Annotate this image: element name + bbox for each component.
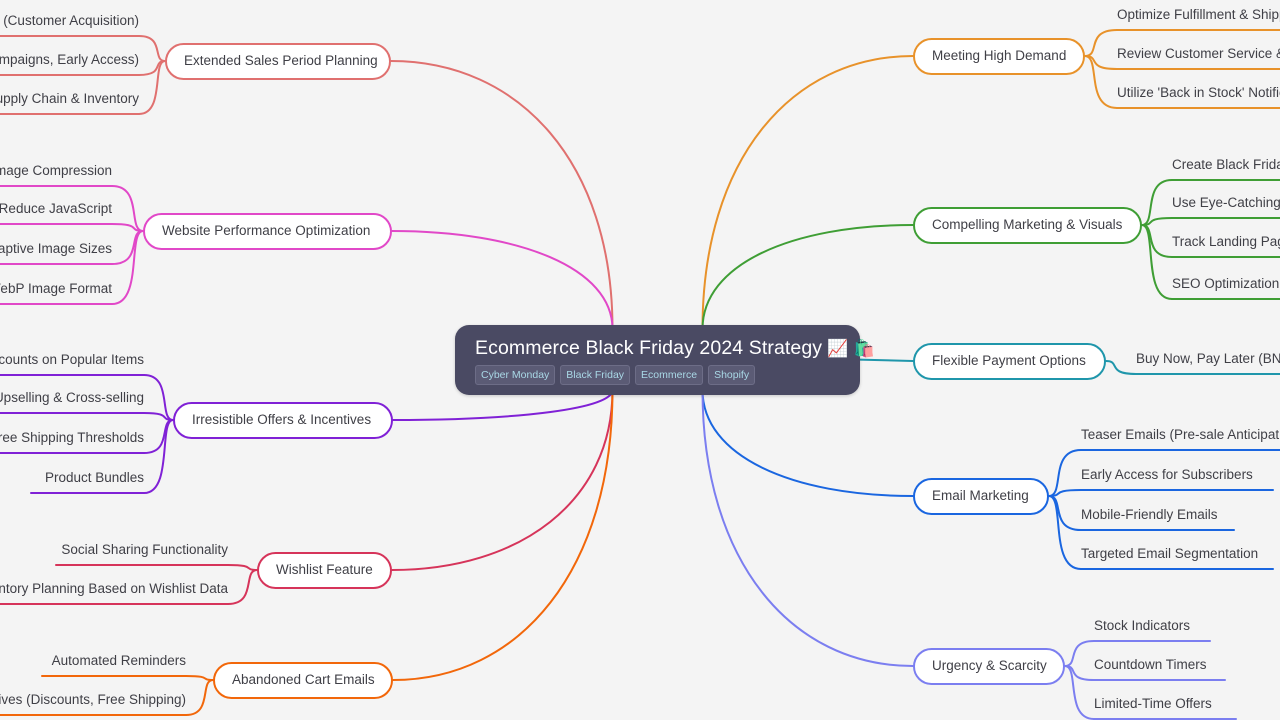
- leaf-node[interactable]: Countdown Timers: [1094, 657, 1225, 681]
- leaf-label: Create Black Friday Landing Pages: [1172, 157, 1280, 172]
- leaf-label: Use Adaptive Image Sizes: [0, 241, 112, 256]
- root-tag[interactable]: Black Friday: [560, 365, 631, 386]
- root-tag[interactable]: Shopify: [708, 365, 756, 386]
- branch-node-irresistible-offers-incentives[interactable]: Irresistible Offers & Incentives: [173, 402, 393, 439]
- branch-node-website-performance-optimization[interactable]: Website Performance Optimization: [143, 213, 392, 250]
- leaf-node[interactable]: Product Bundles: [31, 470, 144, 494]
- branch-label: Irresistible Offers & Incentives: [192, 412, 372, 427]
- leaf-node[interactable]: Enable Image Compression: [0, 163, 112, 187]
- leaf-node[interactable]: Deep Discounts on Popular Items: [0, 352, 144, 376]
- branch-label: Urgency & Scarcity: [932, 658, 1047, 673]
- branch-node-urgency-scarcity[interactable]: Urgency & Scarcity: [913, 648, 1065, 685]
- leaf-label: Adopt WebP Image Format: [0, 281, 112, 296]
- leaf-label: Schedule Campaigns (Campaigns, Early Acc…: [0, 52, 139, 67]
- leaf-node[interactable]: Upselling & Cross-selling: [0, 390, 144, 414]
- leaf-label: Targeted Email Segmentation: [1081, 546, 1259, 561]
- leaf-node[interactable]: Early Access for Subscribers: [1081, 467, 1273, 491]
- leaf-label: Limited-Time Offers: [1094, 696, 1212, 711]
- leaf-node[interactable]: SEO Optimization: [1172, 276, 1280, 300]
- leaf-node[interactable]: Limited-Time Offers: [1094, 696, 1236, 720]
- leaf-label: Countdown Timers: [1094, 657, 1207, 672]
- root-tag-list: Cyber Monday Black Friday Ecommerce Shopify: [475, 365, 756, 386]
- leaf-label: Mobile-Friendly Emails: [1081, 507, 1218, 522]
- leaf-label: SEO Optimization: [1172, 276, 1280, 291]
- leaf-node[interactable]: Adopt WebP Image Format: [0, 281, 112, 305]
- leaf-label: Track Landing Page Performance: [1172, 234, 1280, 249]
- root-tag[interactable]: Cyber Monday: [475, 365, 556, 386]
- leaf-label: Free Shipping Thresholds: [0, 430, 144, 445]
- branch-node-email-marketing[interactable]: Email Marketing: [913, 478, 1049, 515]
- leaf-label: Deep Discounts on Popular Items: [0, 352, 144, 367]
- leaf-label: Stock Indicators: [1094, 618, 1191, 633]
- branch-label: Meeting High Demand: [932, 48, 1067, 63]
- branch-label: Flexible Payment Options: [932, 353, 1086, 368]
- mindmap-canvas: Ecommerce Black Friday 2024 Strategy 📈 🛍…: [0, 0, 1280, 720]
- leaf-node[interactable]: Incentives (Discounts, Free Shipping): [0, 692, 186, 716]
- branch-node-extended-sales-period-planning[interactable]: Extended Sales Period Planning: [165, 43, 391, 80]
- leaf-label: Enable Image Compression: [0, 163, 112, 178]
- leaf-label: Product Bundles: [44, 470, 144, 485]
- leaf-label: Plan Ahead (Customer Acquisition): [0, 13, 139, 28]
- branch-node-abandoned-cart-emails[interactable]: Abandoned Cart Emails: [213, 662, 393, 699]
- leaf-node[interactable]: Inventory Planning Based on Wishlist Dat…: [0, 581, 228, 605]
- leaf-node[interactable]: Track Landing Page Performance: [1172, 234, 1280, 258]
- leaf-label: Early Access for Subscribers: [1081, 467, 1253, 482]
- root-title-text: Ecommerce Black Friday 2024 Strategy: [475, 337, 823, 359]
- leaf-label: Prepare Supply Chain & Inventory: [0, 91, 139, 106]
- branch-label: Website Performance Optimization: [162, 223, 371, 238]
- leaf-label: Utilize 'Back in Stock' Notifications: [1117, 85, 1280, 100]
- leaf-label: Use Eye-Catching Visuals: [1172, 195, 1280, 210]
- branch-node-meeting-high-demand[interactable]: Meeting High Demand: [913, 38, 1085, 75]
- leaf-node[interactable]: Schedule Campaigns (Campaigns, Early Acc…: [0, 52, 139, 76]
- root-tag[interactable]: Ecommerce: [635, 365, 704, 386]
- leaf-label: Optimize Fulfillment & Shipping: [1117, 7, 1280, 22]
- leaf-label: Incentives (Discounts, Free Shipping): [0, 692, 186, 707]
- branch-label: Abandoned Cart Emails: [232, 672, 375, 687]
- branch-label: Wishlist Feature: [276, 562, 373, 577]
- leaf-label: Inventory Planning Based on Wishlist Dat…: [0, 581, 228, 596]
- leaf-label: Teaser Emails (Pre-sale Anticipation): [1081, 427, 1280, 442]
- branch-label: Extended Sales Period Planning: [184, 53, 378, 68]
- leaf-node[interactable]: Automated Reminders: [42, 653, 186, 677]
- leaf-node[interactable]: Review Customer Service & Support: [1117, 46, 1280, 70]
- leaf-node[interactable]: Targeted Email Segmentation: [1081, 546, 1273, 570]
- leaf-node[interactable]: Use Adaptive Image Sizes: [0, 241, 112, 265]
- chart-increasing-icon: 📈: [827, 338, 849, 358]
- leaf-node[interactable]: Use Eye-Catching Visuals: [1172, 195, 1280, 219]
- leaf-label: Social Sharing Functionality: [61, 542, 228, 557]
- root-node[interactable]: Ecommerce Black Friday 2024 Strategy 📈 🛍…: [455, 325, 875, 396]
- branch-node-flexible-payment-options[interactable]: Flexible Payment Options: [913, 343, 1106, 380]
- leaf-node[interactable]: Create Black Friday Landing Pages: [1172, 157, 1280, 181]
- leaf-node[interactable]: Prepare Supply Chain & Inventory: [0, 91, 139, 115]
- leaf-node[interactable]: Teaser Emails (Pre-sale Anticipation): [1081, 427, 1280, 451]
- leaf-label: Review Customer Service & Support: [1117, 46, 1280, 61]
- leaf-label: Buy Now, Pay Later (BNPL): [1136, 351, 1280, 366]
- shopping-bags-icon: 🛍️: [853, 338, 875, 358]
- leaf-node[interactable]: Utilize 'Back in Stock' Notifications: [1117, 85, 1280, 109]
- leaf-node[interactable]: Plan Ahead (Customer Acquisition): [0, 13, 139, 37]
- branch-node-wishlist-feature[interactable]: Wishlist Feature: [257, 552, 392, 589]
- leaf-node[interactable]: Free Shipping Thresholds: [0, 430, 144, 454]
- leaf-node[interactable]: Minify & Reduce JavaScript: [0, 201, 112, 225]
- leaf-node[interactable]: Stock Indicators: [1094, 618, 1210, 642]
- leaf-node[interactable]: Optimize Fulfillment & Shipping: [1117, 7, 1280, 31]
- leaf-node[interactable]: Buy Now, Pay Later (BNPL): [1136, 351, 1280, 375]
- leaf-label: Automated Reminders: [51, 653, 186, 668]
- branch-node-compelling-marketing-visuals[interactable]: Compelling Marketing & Visuals: [913, 207, 1142, 244]
- root-title: Ecommerce Black Friday 2024 Strategy 📈 🛍…: [475, 337, 875, 359]
- branch-label: Compelling Marketing & Visuals: [932, 217, 1123, 232]
- leaf-label: Upselling & Cross-selling: [0, 390, 144, 405]
- leaf-node[interactable]: Mobile-Friendly Emails: [1081, 507, 1234, 531]
- leaf-label: Minify & Reduce JavaScript: [0, 201, 112, 216]
- leaf-node[interactable]: Social Sharing Functionality: [56, 542, 228, 566]
- branch-label: Email Marketing: [932, 488, 1029, 503]
